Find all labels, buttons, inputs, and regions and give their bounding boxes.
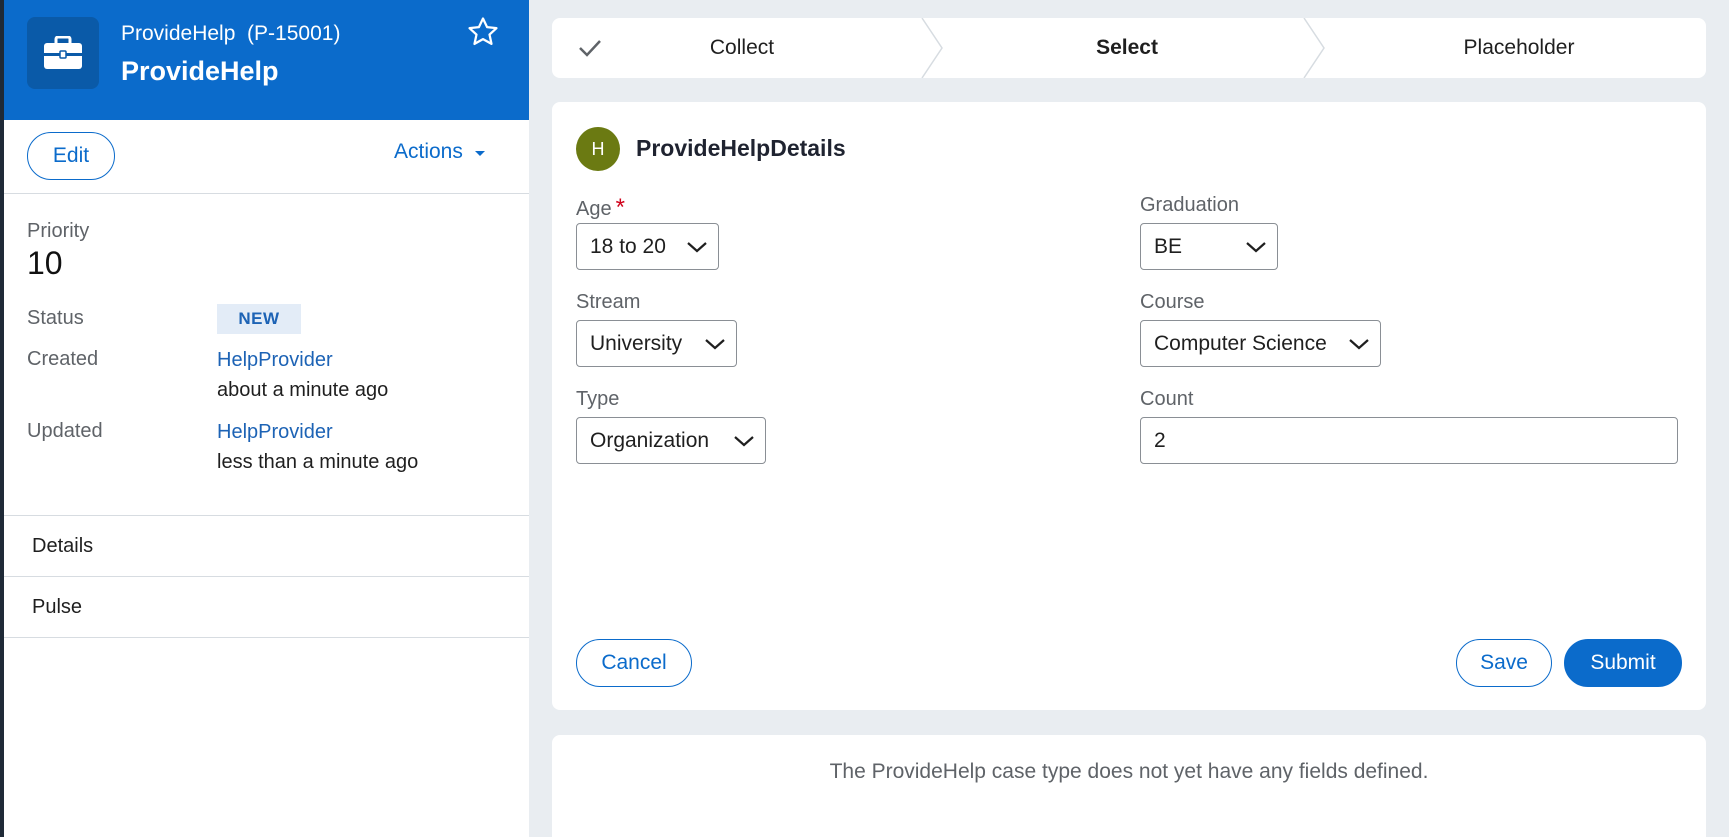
save-button[interactable]: Save	[1456, 639, 1552, 687]
case-info-card: The ProvideHelp case type does not yet h…	[552, 735, 1706, 837]
graduation-select[interactable]: BE	[1140, 223, 1278, 270]
course-select[interactable]: Computer Science	[1140, 320, 1381, 367]
nav-item-label: Pulse	[32, 595, 83, 618]
updated-by-link[interactable]: HelpProvider	[217, 421, 333, 444]
age-select-value: 18 to 20	[590, 234, 666, 258]
type-label: Type	[576, 388, 620, 410]
stage-select[interactable]: Select	[942, 18, 1312, 78]
case-title: ProvideHelp	[121, 56, 279, 86]
status-label: Status	[27, 307, 84, 329]
case-id: ProvideHelp (P-15001)	[121, 22, 341, 45]
chevron-down-icon	[1349, 339, 1369, 350]
no-fields-message: The ProvideHelp case type does not yet h…	[829, 760, 1429, 783]
age-label-text: Age	[576, 198, 612, 220]
age-select[interactable]: 18 to 20	[576, 223, 719, 270]
updated-label: Updated	[27, 420, 103, 442]
briefcase-icon	[27, 17, 99, 89]
actions-menu-button[interactable]: Actions	[394, 140, 485, 164]
stage-label: Collect	[709, 36, 775, 59]
chevron-down-icon	[734, 436, 754, 447]
edit-button[interactable]: Edit	[27, 132, 115, 180]
created-by-link[interactable]: HelpProvider	[217, 349, 333, 372]
required-indicator: *	[615, 194, 625, 221]
type-select[interactable]: Organization	[576, 417, 766, 464]
stage-placeholder[interactable]: Placeholder	[1332, 18, 1706, 78]
created-label: Created	[27, 348, 99, 370]
nav-item-details[interactable]: Details	[4, 516, 529, 577]
star-icon[interactable]	[466, 15, 500, 49]
stage-separator	[1303, 18, 1325, 78]
check-icon	[578, 38, 602, 64]
stage-label: Select	[1096, 36, 1158, 59]
chevron-down-icon	[1246, 242, 1266, 253]
stage-collect[interactable]: Collect	[552, 18, 932, 78]
avatar: H	[576, 127, 620, 171]
graduation-select-value: BE	[1154, 234, 1183, 258]
assignment-form: H ProvideHelpDetails Age * 18 to 20 Gradu…	[552, 102, 1706, 710]
graduation-label: Graduation	[1140, 194, 1239, 216]
case-action-row: Edit Actions	[4, 120, 529, 194]
type-select-value: Organization	[590, 428, 710, 452]
form-title: ProvideHelpDetails	[636, 135, 846, 161]
age-label: Age *	[576, 194, 625, 222]
stage-label: Placeholder	[1463, 36, 1575, 59]
course-select-value: Computer Science	[1154, 331, 1327, 355]
chevron-down-icon	[687, 242, 707, 253]
updated-time: less than a minute ago	[217, 451, 419, 473]
stream-label: Stream	[576, 291, 641, 313]
priority-label: Priority	[27, 220, 90, 242]
stream-select[interactable]: University	[576, 320, 737, 367]
created-time: about a minute ago	[217, 379, 389, 401]
nav-item-label: Details	[32, 534, 94, 557]
stream-select-value: University	[590, 331, 683, 355]
case-header: ProvideHelp (P-15001) ProvideHelp	[4, 0, 529, 120]
submit-button[interactable]: Submit	[1564, 639, 1682, 687]
caret-down-icon	[474, 151, 485, 156]
stage-progress: Collect Select Placeholder	[552, 18, 1706, 78]
count-label: Count	[1140, 388, 1194, 410]
course-label: Course	[1140, 291, 1205, 313]
cancel-button[interactable]: Cancel	[576, 639, 692, 687]
status-badge: NEW	[217, 304, 301, 334]
case-summary: Priority 10 Status NEW Created HelpProvi…	[4, 194, 529, 516]
case-summary-panel: ProvideHelp (P-15001) ProvideHelp Edit A…	[0, 0, 529, 837]
priority-value: 10	[27, 245, 63, 281]
actions-label: Actions	[394, 140, 463, 163]
count-field[interactable]	[1140, 417, 1678, 464]
nav-item-pulse[interactable]: Pulse	[4, 577, 529, 638]
chevron-down-icon	[705, 339, 725, 350]
